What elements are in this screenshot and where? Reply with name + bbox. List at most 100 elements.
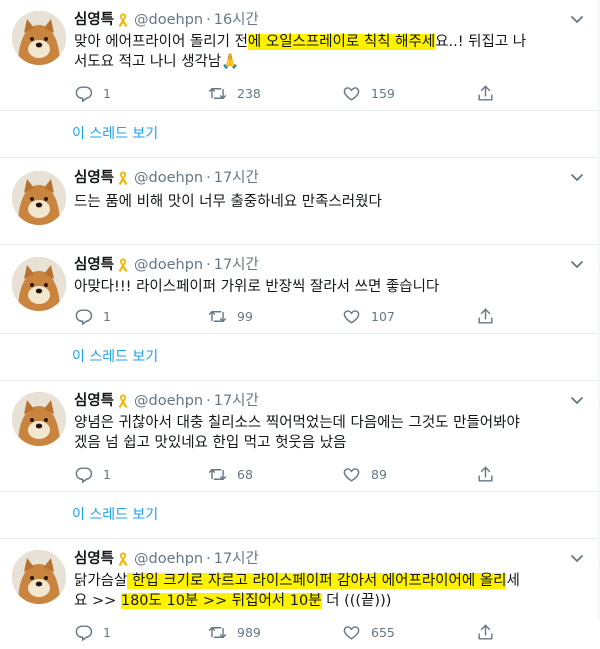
heart-icon	[342, 84, 361, 103]
retweet-button[interactable]: 238	[208, 84, 342, 103]
reply-count: 1	[103, 624, 111, 640]
show-thread-link[interactable]: 이 스레드 보기	[0, 111, 600, 158]
retweet-count: 99	[237, 308, 253, 324]
text-segment: 맞아 에어프라이어 돌리기 전	[74, 34, 248, 50]
retweet-button[interactable]: 989	[208, 623, 342, 642]
share-button[interactable]	[476, 623, 495, 642]
reply-icon	[74, 465, 93, 484]
timeline-feed: 심영특 @doehpn · 16시간 맞아 에어프라이어 돌리기 전에 오일스프…	[0, 0, 600, 649]
chevron-down-icon[interactable]	[570, 173, 584, 183]
show-thread-link[interactable]: 이 스레드 보기	[0, 492, 600, 539]
separator-dot: ·	[206, 551, 211, 567]
retweet-count: 238	[237, 85, 261, 101]
tweet[interactable]: 심영특 @doehpn · 17시간 아맞다!!! 라이스페이퍼 가위로 반장씩…	[0, 245, 600, 334]
separator-dot: ·	[206, 393, 211, 409]
chevron-down-icon[interactable]	[570, 554, 584, 564]
tweet-actions: 1 99 107	[74, 305, 600, 327]
like-count: 655	[371, 624, 395, 640]
display-name[interactable]: 심영특	[74, 168, 114, 188]
ribbon-icon	[116, 170, 130, 186]
user-handle[interactable]: @doehpn	[134, 391, 203, 411]
timestamp[interactable]: 17시간	[214, 549, 259, 569]
chevron-down-icon[interactable]	[570, 260, 584, 270]
text-segment: 요 >>	[74, 593, 121, 609]
like-button[interactable]: 89	[342, 465, 476, 484]
timestamp[interactable]: 16시간	[214, 10, 259, 30]
user-handle[interactable]: @doehpn	[134, 168, 203, 188]
timestamp[interactable]: 17시간	[214, 255, 259, 275]
retweet-icon	[208, 465, 227, 484]
like-button[interactable]: 159	[342, 84, 476, 103]
share-button[interactable]	[476, 307, 495, 326]
separator-dot: ·	[206, 170, 211, 186]
tweet[interactable]: 심영특 @doehpn · 16시간 맞아 에어프라이어 돌리기 전에 오일스프…	[0, 0, 600, 111]
tweet[interactable]: 심영특 @doehpn · 17시간 드는 품에 비해 맛이 너무 출중하네요 …	[0, 158, 600, 245]
text-segment: 양념은 귀찮아서 대충 칠리소스 찍어먹었는데 다음에는 그것도 만들어봐야	[74, 415, 520, 431]
tweet[interactable]: 심영특 @doehpn · 17시간 양념은 귀찮아서 대충 칠리소스 찍어먹었…	[0, 381, 600, 492]
reply-button[interactable]: 1	[74, 623, 208, 642]
text-segment: 세	[506, 573, 520, 589]
like-button[interactable]: 107	[342, 307, 476, 326]
text-segment: 드는 품에 비해 맛이 너무 출중하네요 만족스러웠다	[74, 194, 382, 210]
retweet-icon	[208, 623, 227, 642]
timestamp[interactable]: 17시간	[214, 168, 259, 188]
share-button[interactable]	[476, 84, 495, 103]
tweet[interactable]: 심영특 @doehpn · 17시간 닭가슴살 한입 크기로 자르고 라이스페이…	[0, 539, 600, 649]
text-segment: 서도요 적고 나니 생각남🙏	[74, 54, 240, 70]
ribbon-icon	[116, 257, 130, 273]
reply-button[interactable]: 1	[74, 307, 208, 326]
tweet-actions: 1 68 89	[74, 463, 600, 485]
tweet-actions: 1 238 159	[74, 82, 600, 104]
tweet-text: 드는 품에 비해 맛이 너무 출중하네요 만족스러웠다	[74, 192, 600, 212]
reply-icon	[74, 84, 93, 103]
ribbon-icon	[116, 551, 130, 567]
text-segment: 더 (((끝)))	[321, 593, 392, 609]
ribbon-icon	[116, 393, 130, 409]
avatar[interactable]	[12, 392, 66, 446]
reply-icon	[74, 623, 93, 642]
retweet-icon	[208, 307, 227, 326]
chevron-down-icon[interactable]	[570, 15, 584, 25]
tweet-actions: 1 989 655	[74, 621, 600, 643]
reply-count: 1	[103, 466, 111, 482]
avatar[interactable]	[12, 11, 66, 65]
retweet-button[interactable]: 99	[208, 307, 342, 326]
timestamp[interactable]: 17시간	[214, 391, 259, 411]
reply-button[interactable]: 1	[74, 84, 208, 103]
display-name[interactable]: 심영특	[74, 391, 114, 411]
avatar[interactable]	[12, 257, 66, 311]
reply-button[interactable]: 1	[74, 465, 208, 484]
tweet-text: 양념은 귀찮아서 대충 칠리소스 찍어먹었는데 다음에는 그것도 만들어봐야 겠…	[74, 413, 600, 453]
text-segment: 닭가슴살	[74, 573, 128, 589]
share-icon	[476, 623, 495, 642]
reply-count: 1	[103, 85, 111, 101]
like-count: 89	[371, 466, 387, 482]
retweet-button[interactable]: 68	[208, 465, 342, 484]
user-handle[interactable]: @doehpn	[134, 549, 203, 569]
text-segment: 겠음 넘 쉽고 맛있네요 한입 먹고 헛웃음 났음	[74, 435, 347, 451]
share-icon	[476, 307, 495, 326]
separator-dot: ·	[206, 12, 211, 28]
retweet-icon	[208, 84, 227, 103]
chevron-down-icon[interactable]	[570, 396, 584, 406]
display-name[interactable]: 심영특	[74, 10, 114, 30]
avatar[interactable]	[12, 171, 66, 225]
retweet-count: 68	[237, 466, 253, 482]
share-button[interactable]	[476, 465, 495, 484]
tweet-text: 맞아 에어프라이어 돌리기 전에 오일스프레이로 칙칙 해주세요..! 뒤집고 …	[74, 32, 600, 72]
show-thread-link[interactable]: 이 스레드 보기	[0, 334, 600, 381]
user-handle[interactable]: @doehpn	[134, 255, 203, 275]
like-count: 107	[371, 308, 395, 324]
heart-icon	[342, 307, 361, 326]
heart-icon	[342, 465, 361, 484]
text-segment: 아맞다!!! 라이스페이퍼 가위로 반장씩 잘라서 쓰면 좋습니다	[74, 279, 440, 295]
display-name[interactable]: 심영특	[74, 255, 114, 275]
text-segment: 요..! 뒤집고 나	[435, 34, 527, 50]
like-button[interactable]: 655	[342, 623, 476, 642]
display-name[interactable]: 심영특	[74, 549, 114, 569]
like-count: 159	[371, 85, 395, 101]
reply-icon	[74, 307, 93, 326]
highlighted-text: 한입 크기로 자르고 라이스페이퍼 감아서 에어프라이어에 올리	[127, 573, 507, 589]
avatar[interactable]	[12, 550, 66, 604]
user-handle[interactable]: @doehpn	[134, 10, 203, 30]
